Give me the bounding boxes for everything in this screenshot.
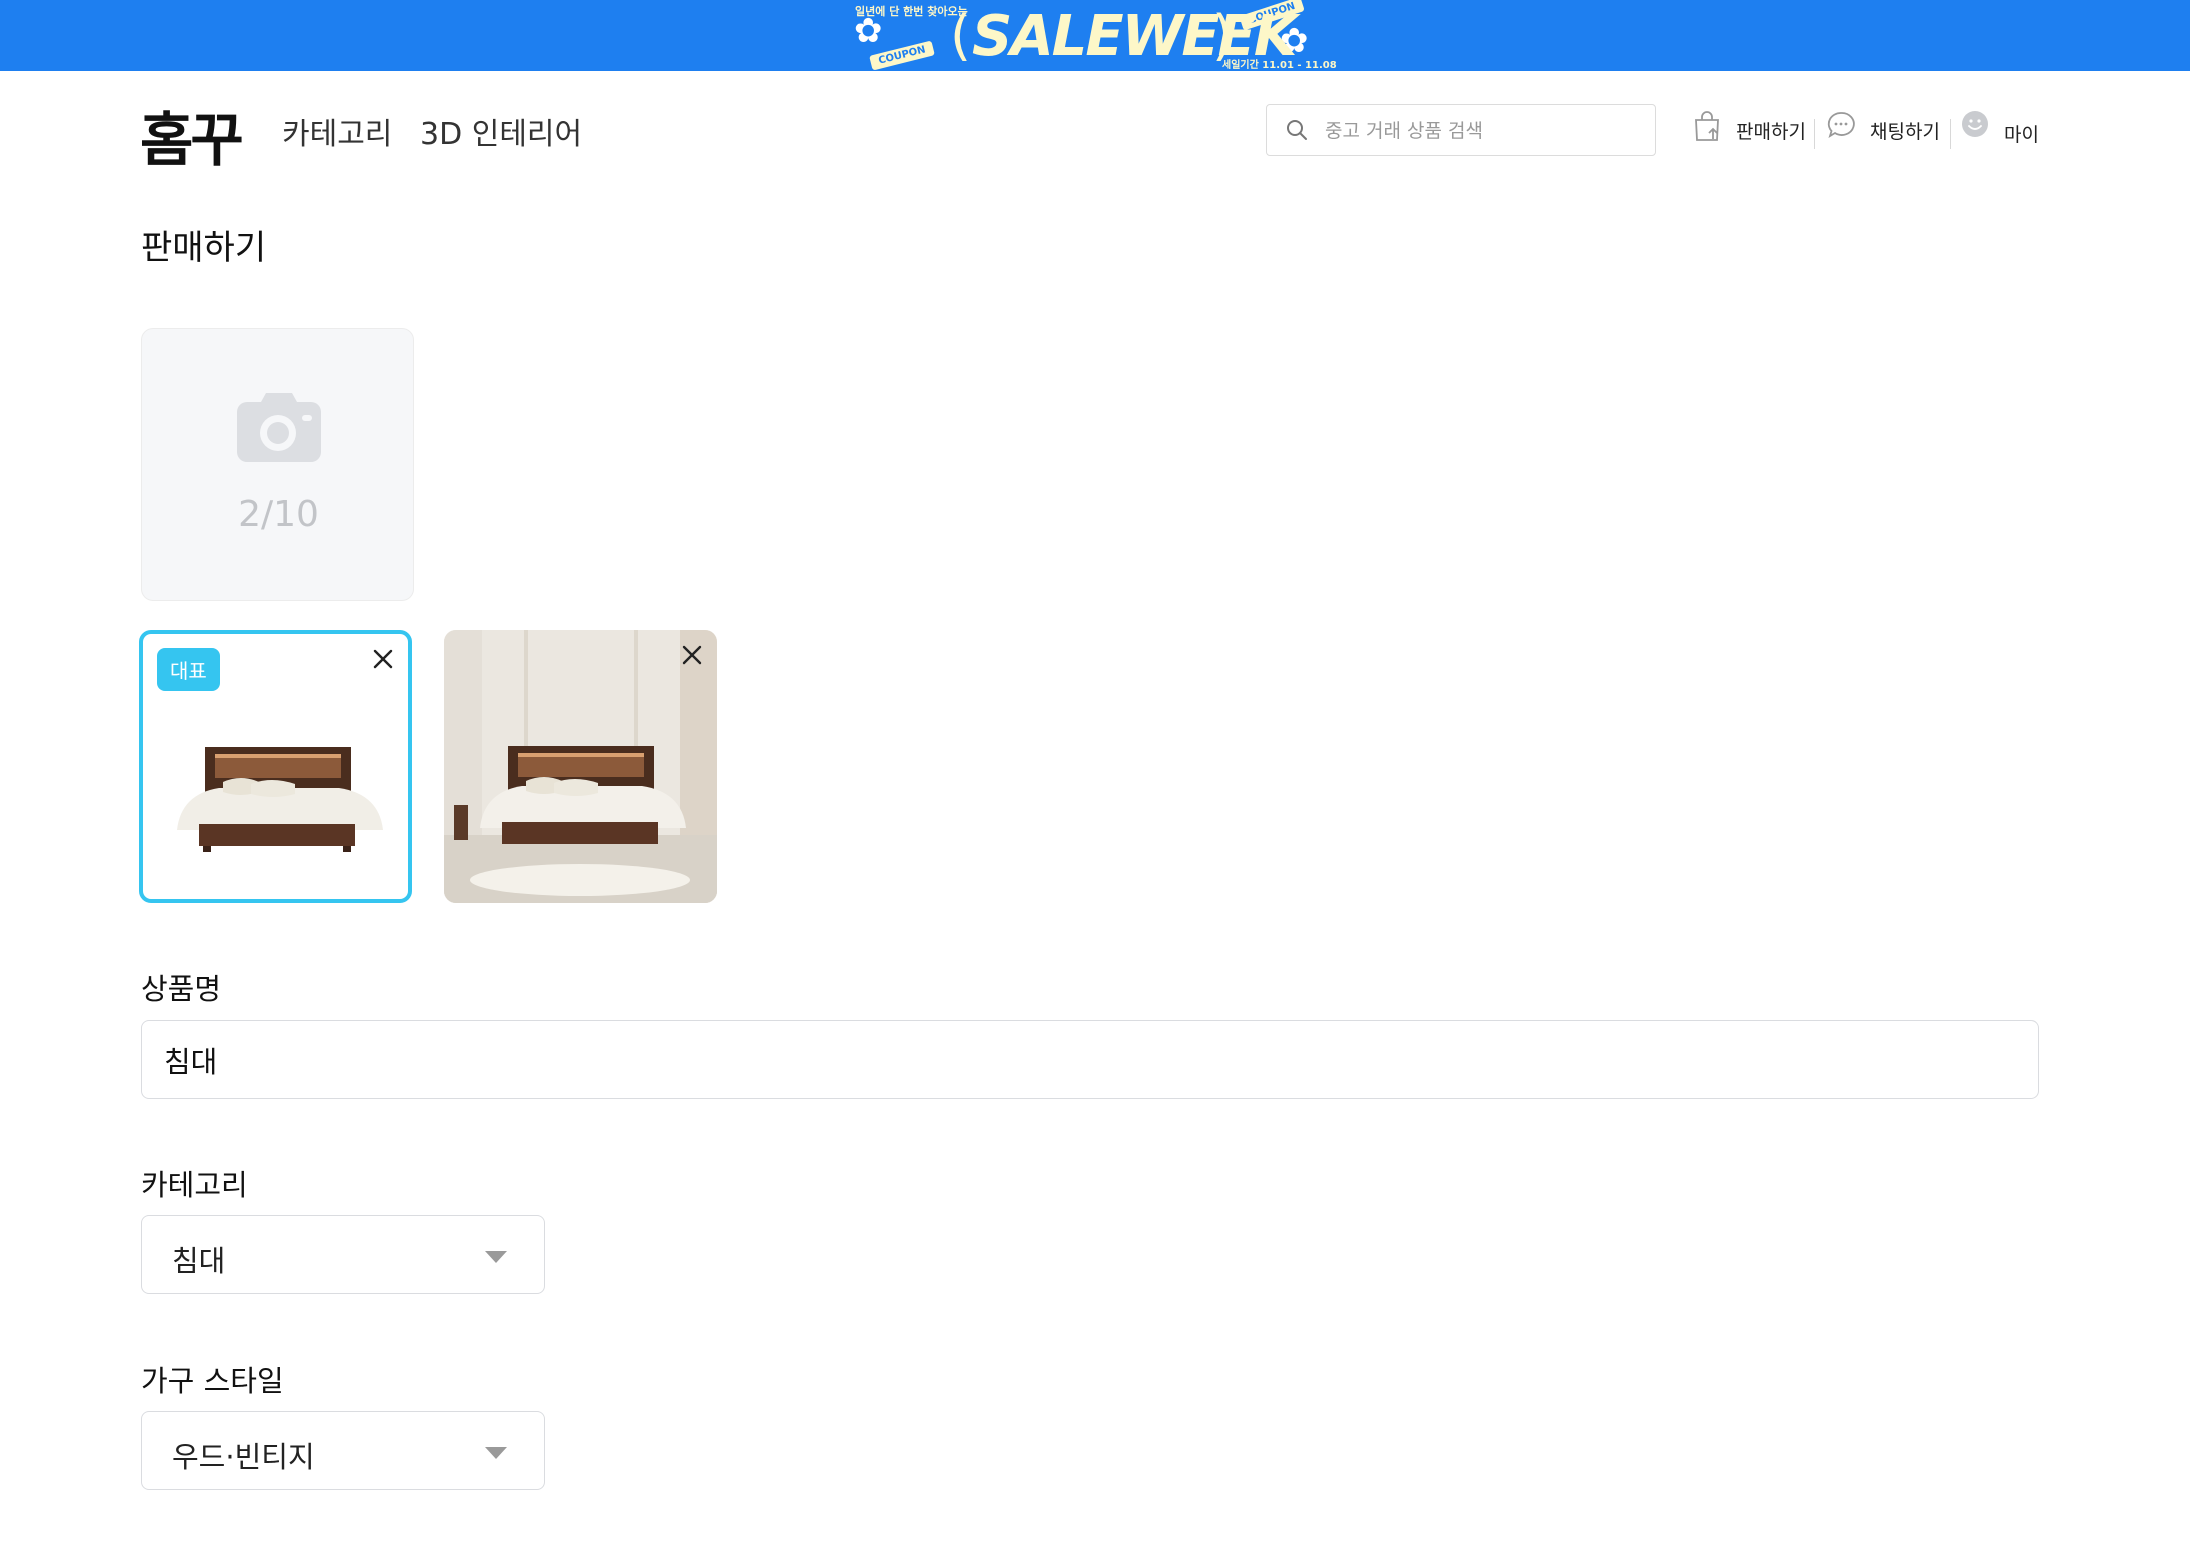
nav-category[interactable]: 카테고리	[282, 109, 392, 153]
shopping-bag-upload-icon	[1695, 111, 1719, 141]
header-divider	[1814, 119, 1815, 149]
caret-down-icon	[485, 1251, 507, 1263]
upload-count: 2/10	[238, 494, 319, 535]
logo[interactable]: 홈꾸	[140, 93, 244, 177]
product-image-thumbnail[interactable]: 대표	[139, 630, 412, 903]
search-bar[interactable]	[1266, 104, 1656, 156]
banner-title: SALEWEEK	[972, 4, 1297, 69]
category-select-value: 침대	[172, 1244, 226, 1278]
caret-down-icon	[485, 1447, 507, 1459]
page-title: 판매하기	[141, 228, 267, 268]
sell-link[interactable]: 판매하기	[1692, 111, 1806, 151]
sell-label: 판매하기	[1736, 121, 1806, 143]
my-label: 마이	[2004, 124, 2039, 146]
product-name-label: 상품명	[141, 972, 222, 1006]
chat-link[interactable]: 채팅하기	[1826, 111, 1940, 151]
close-icon[interactable]	[368, 644, 398, 674]
category-label: 카테고리	[141, 1168, 248, 1202]
main-image-badge: 대표	[157, 648, 220, 691]
site-header: 홈꾸 카테고리 3D 인테리어 판매하기 채팅하기 마이	[0, 71, 2190, 191]
header-divider	[1950, 119, 1951, 149]
search-icon[interactable]	[1285, 118, 1309, 142]
close-icon[interactable]	[677, 640, 707, 670]
category-select[interactable]: 침대	[141, 1215, 545, 1294]
my-link[interactable]: 마이	[1960, 111, 2040, 151]
product-image-thumbnail[interactable]	[444, 630, 717, 903]
furniture-style-select-value: 우드·빈티지	[172, 1440, 315, 1474]
paren-left: (	[950, 4, 972, 67]
nav-3d-interior[interactable]: 3D 인테리어	[420, 109, 582, 153]
furniture-style-label: 가구 스타일	[141, 1364, 284, 1398]
product-name-input[interactable]	[141, 1020, 2039, 1099]
daisy-icon: ✿	[854, 11, 883, 51]
avatar-smile-icon	[1962, 111, 1988, 137]
promo-banner[interactable]: 일년에 단 한번 찾아오는 ✿ COUPON ( ) COUPON ✿ 세일기간…	[0, 0, 2190, 71]
chat-label: 채팅하기	[1870, 121, 1940, 143]
search-input[interactable]	[1323, 113, 1647, 149]
image-upload-button[interactable]: 2/10	[141, 328, 414, 601]
furniture-style-select[interactable]: 우드·빈티지	[141, 1411, 545, 1490]
camera-icon	[237, 393, 321, 462]
bedroom-image	[444, 630, 717, 903]
chat-bubble-icon	[1827, 112, 1855, 138]
